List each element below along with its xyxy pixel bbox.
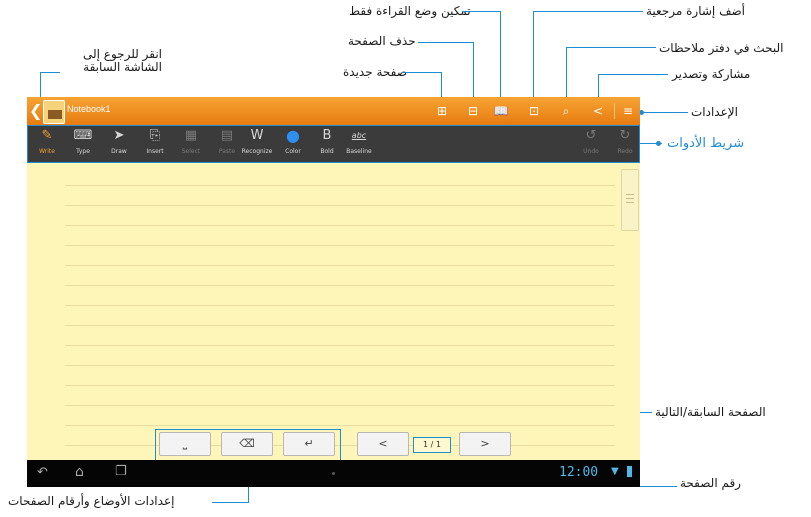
insert-icon: ⎘ bbox=[149, 128, 161, 143]
scrollbar-thumb[interactable] bbox=[621, 169, 639, 231]
annotation-page-number: رقم الصفحة bbox=[680, 476, 741, 490]
system-nav-bar: ↶ ⌂ ❐ 12:00 ▼ bbox=[27, 460, 640, 487]
space-button[interactable]: ⎵ bbox=[159, 432, 211, 456]
new-page-icon[interactable]: ⊞ bbox=[434, 103, 450, 119]
notebook-title: Notebook1 bbox=[67, 104, 111, 114]
nav-center-dot bbox=[332, 472, 335, 475]
toolbar-color-button[interactable]: ● Color bbox=[277, 128, 309, 160]
toolbar-label: Undo bbox=[583, 148, 599, 155]
toolbar-baseline-button[interactable]: abc Baseline bbox=[343, 128, 375, 160]
toolbar-label: Select bbox=[181, 148, 201, 155]
toolbar-write-button[interactable]: ✎ Write bbox=[31, 128, 63, 160]
toolbar-paste-button[interactable]: ▤ Paste bbox=[211, 128, 243, 160]
read-only-icon[interactable]: 📖 bbox=[493, 103, 509, 119]
page-number: 1 / 1 bbox=[413, 437, 451, 453]
toolbar: ✎ Write ⌨ Type ➤ Draw ⎘ Insert ▦ Select ▤ Paste W Rec… bbox=[27, 125, 640, 163]
notebook-icon bbox=[43, 100, 65, 124]
annotation-mode-settings: إعدادات الأوضاع وأرقام الصفحات bbox=[8, 494, 175, 508]
baseline-icon: abc bbox=[351, 131, 367, 140]
title-bar: ❮ Notebook1 ⊞ ⊟ 📖 ⊡ ⌕ < ≡ bbox=[27, 97, 640, 125]
nav-home-icon[interactable]: ⌂ bbox=[75, 464, 84, 480]
toolbar-insert-button[interactable]: ⎘ Insert bbox=[139, 128, 171, 160]
next-page-button[interactable]: > bbox=[459, 432, 511, 456]
toolbar-select-button[interactable]: ▦ Select bbox=[175, 128, 207, 160]
toolbar-type-button[interactable]: ⌨ Type bbox=[67, 128, 99, 160]
toolbar-label: Insert bbox=[146, 148, 164, 155]
toolbar-label: Baseline bbox=[346, 148, 372, 155]
annotation-new-page: صفحة جديدة bbox=[343, 65, 407, 79]
recognize-icon: W bbox=[250, 128, 264, 143]
undo-icon: ↺ bbox=[585, 128, 597, 143]
toolbar-label: Paste bbox=[218, 148, 236, 155]
bold-icon: B bbox=[322, 128, 332, 143]
toolbar-draw-button[interactable]: ➤ Draw bbox=[103, 128, 135, 160]
tablet-screen: ❮ Notebook1 ⊞ ⊟ 📖 ⊡ ⌕ < ≡ ✎ Write ⌨ Type ➤ Dr… bbox=[27, 97, 640, 487]
toolbar-label: Bold bbox=[320, 148, 334, 155]
toolbar-label: Draw bbox=[111, 148, 127, 155]
enter-button[interactable]: ↵ bbox=[283, 432, 335, 456]
select-icon: ▦ bbox=[184, 128, 198, 143]
annotation-delete-page: حذف الصفحة bbox=[348, 34, 416, 48]
annotation-add-bookmark: أضف إشارة مرجعية bbox=[646, 4, 746, 18]
toolbar-bold-button[interactable]: B Bold bbox=[311, 128, 343, 160]
delete-page-icon[interactable]: ⊟ bbox=[465, 103, 481, 119]
clock: 12:00 bbox=[559, 465, 599, 480]
bookmark-icon[interactable]: ⊡ bbox=[526, 103, 542, 119]
redo-icon: ↻ bbox=[619, 128, 631, 143]
toolbar-label: Write bbox=[39, 148, 55, 155]
annotation-settings: الإعدادات bbox=[691, 105, 738, 119]
brush-icon: ➤ bbox=[113, 128, 125, 143]
search-icon[interactable]: ⌕ bbox=[558, 103, 574, 119]
wifi-icon: ▼ bbox=[611, 466, 619, 477]
paste-icon: ▤ bbox=[220, 128, 234, 143]
annotation-read-only: تمكين وضع القراءة فقط bbox=[349, 4, 471, 18]
note-page[interactable]: ⎵ ⌫ ↵ < 1 / 1 > bbox=[27, 163, 640, 473]
toolbar-label: Type bbox=[76, 148, 90, 155]
color-icon: ● bbox=[286, 126, 300, 145]
toolbar-label: Color bbox=[285, 148, 301, 155]
annotation-search: البحث في دفتر ملاحظات bbox=[659, 41, 784, 55]
nav-recent-icon[interactable]: ❐ bbox=[115, 464, 127, 479]
keyboard-icon: ⌨ bbox=[73, 128, 93, 143]
prev-page-button[interactable]: < bbox=[357, 432, 409, 456]
pen-icon: ✎ bbox=[41, 128, 53, 143]
annotation-prev-next: الصفحة السابقة/التالية bbox=[655, 405, 766, 419]
annotation-toolbar: شريط الأدوات bbox=[667, 136, 745, 151]
annotation-share: مشاركة وتصدير bbox=[672, 67, 751, 81]
settings-icon[interactable]: ≡ bbox=[620, 103, 636, 119]
back-button[interactable]: ❮ bbox=[29, 101, 42, 121]
backspace-button[interactable]: ⌫ bbox=[221, 432, 273, 456]
battery-icon bbox=[627, 466, 632, 477]
toolbar-recognize-button[interactable]: W Recognize bbox=[241, 128, 273, 160]
nav-back-icon[interactable]: ↶ bbox=[37, 465, 48, 480]
toolbar-undo-button[interactable]: ↺ Undo bbox=[575, 128, 607, 160]
toolbar-label: Redo bbox=[617, 148, 633, 155]
annotation-back: انقر للرجوع إلى الشاشة السابقة bbox=[82, 47, 162, 74]
toolbar-label: Recognize bbox=[241, 148, 273, 155]
toolbar-redo-button[interactable]: ↻ Redo bbox=[609, 128, 641, 160]
share-icon[interactable]: < bbox=[590, 103, 606, 119]
